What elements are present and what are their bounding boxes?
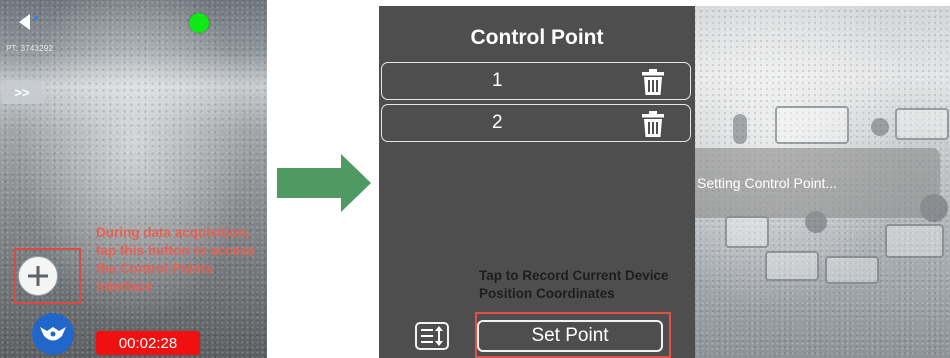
wall-sign	[885, 224, 944, 258]
app-logo-icon	[40, 327, 66, 341]
wall-sign	[825, 256, 879, 284]
gps-status-dot	[189, 13, 209, 33]
control-point-row[interactable]: 1	[381, 62, 691, 100]
record-hint-text: Tap to Record Current Device Position Co…	[479, 268, 669, 301]
right-arrow-icon	[277, 154, 371, 212]
control-point-row[interactable]: 2	[381, 104, 691, 142]
plus-icon	[28, 266, 48, 286]
wall-decoration	[871, 118, 889, 136]
wall-decoration	[733, 114, 747, 144]
set-point-button[interactable]: Set Point	[477, 320, 663, 352]
panel-title: Control Point	[470, 26, 604, 49]
add-control-point-button[interactable]	[18, 256, 58, 296]
toast-text: Setting Control Point...	[697, 175, 838, 191]
app-logo-button[interactable]	[32, 313, 74, 355]
control-point-panel: Control Point 1 2 Tap to Record Current …	[379, 6, 695, 358]
point-cloud-view	[0, 0, 267, 358]
left-phone-screen: PT: 3743292 >> During data acquisition, …	[0, 0, 267, 358]
back-arrow-icon[interactable]	[16, 12, 40, 32]
control-point-number: 2	[492, 112, 503, 133]
control-point-number: 1	[492, 70, 503, 91]
status-toast: Setting Control Point...	[695, 148, 940, 218]
trash-icon[interactable]	[640, 68, 666, 96]
wall-sign	[765, 251, 819, 281]
expand-label: >>	[14, 84, 30, 100]
wall-sign	[725, 216, 769, 248]
trash-icon[interactable]	[640, 110, 666, 138]
instruction-annotation: During data acquisition, tap this button…	[96, 225, 256, 294]
wall-sign	[775, 106, 849, 144]
expand-panel-button[interactable]: >>	[2, 80, 42, 104]
list-sort-icon[interactable]	[415, 322, 449, 350]
timer-text: 00:02:28	[118, 334, 178, 352]
point-count-label: PT: 3743292	[6, 44, 54, 53]
set-point-label: Set Point	[531, 325, 609, 346]
recording-timer: 00:02:28	[96, 331, 200, 355]
right-phone-screen: Setting Control Point...	[695, 6, 950, 358]
wall-sign	[895, 108, 949, 140]
